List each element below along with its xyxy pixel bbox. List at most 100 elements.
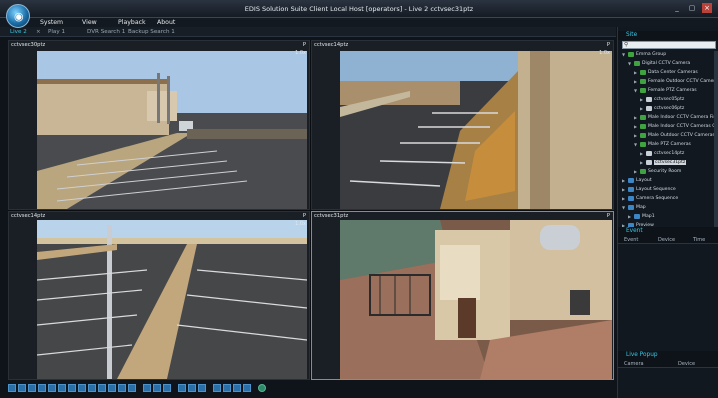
chevron-down-icon[interactable]: ▼ [622,205,626,210]
folder-icon [640,79,646,84]
layout-custom-icon[interactable] [88,383,96,392]
window-title: EDIS Solution Suite Client Local Host [o… [244,5,474,13]
ptz-flag: P [606,42,610,48]
tab-close-icon[interactable]: × [36,29,41,35]
video-pane-1[interactable]: cctvsec30ptz P 1.0x [8,40,310,210]
site-search-input[interactable]: ⚲ [622,41,716,49]
live-popup-header: Live Popup [618,351,718,360]
tab-live-2[interactable]: Live 2 [10,29,27,35]
popup-col-device[interactable]: Device [678,361,695,367]
layout-2x2-icon[interactable] [18,383,26,392]
tree-item[interactable]: ▶ Data Center Cameras [634,69,698,76]
camera-icon [646,97,652,102]
fullscreen-icon[interactable] [213,383,221,392]
video-pane-4[interactable]: cctvsec31ptz P [311,211,614,380]
tree-item[interactable]: ▼ Emma Group [622,51,666,58]
layout-1x1-icon[interactable] [8,383,16,392]
chevron-down-icon[interactable]: ▼ [634,142,638,147]
menu-view[interactable]: View [82,19,97,26]
chevron-right-icon[interactable]: ▶ [622,196,626,201]
event-col-event[interactable]: Event [624,237,638,243]
popup-table-header: Camera Device [618,360,718,368]
tree-item[interactable]: ▶ cctvsec31ptz [640,159,687,166]
chevron-right-icon[interactable]: ▶ [634,169,638,174]
camera-label: cctvsec14ptz [314,42,349,48]
chevron-right-icon[interactable]: ▶ [640,97,644,102]
event-col-device[interactable]: Device [658,237,675,243]
tree-item-label: Male Indoor CCTV Cameras Ground [648,124,718,129]
layout-3x3-icon[interactable] [28,383,36,392]
chevron-right-icon[interactable]: ▶ [634,115,638,120]
chevron-right-icon[interactable]: ▶ [640,151,644,156]
chevron-right-icon[interactable]: ▶ [622,187,626,192]
next-sequence-icon[interactable] [163,383,171,392]
export-icon[interactable] [233,383,241,392]
video-pane-2[interactable]: cctvsec14ptz P 1.0x [311,40,614,210]
event-col-time[interactable]: Time [693,237,705,243]
layout-1plus5-icon[interactable] [58,383,66,392]
video-pane-3[interactable]: cctvsec14ptz P 1.0x [8,211,310,380]
menu-system[interactable]: System [40,19,63,26]
tree-item[interactable]: ▶ Map1 [628,213,655,220]
menu-about[interactable]: About [157,19,175,26]
refresh-icon[interactable] [258,383,266,392]
prev-sequence-icon[interactable] [153,383,161,392]
layout-extra-icon[interactable] [128,383,136,392]
layout-tall-icon[interactable] [108,383,116,392]
record-icon[interactable] [188,383,196,392]
snapshot-icon[interactable] [178,383,186,392]
tree-item[interactable]: ▶ Camera Sequence [622,195,678,202]
tab-play-1[interactable]: Play 1 [48,29,65,35]
chevron-right-icon[interactable]: ▶ [628,214,632,219]
app-logo[interactable]: ◉ [6,4,30,28]
tree-item[interactable]: ▶ Layout [622,177,652,184]
chevron-right-icon[interactable]: ▶ [640,106,644,111]
tree-item-label: Layout Sequence [636,187,676,192]
tree-item[interactable]: ▶ Male Indoor CCTV Camera First Floo [634,114,718,121]
tree-item[interactable]: ▶ Layout Sequence [622,186,676,193]
tree-item-label: Data Center Cameras [648,70,698,75]
layout-wide-icon[interactable] [98,383,106,392]
chevron-down-icon[interactable]: ▼ [628,61,632,66]
camera-feed-parking-lot [37,220,307,379]
layout-5x5-icon[interactable] [48,383,56,392]
tree-item[interactable]: ▶ cctvsec14ptz [640,150,684,157]
maximize-icon[interactable]: ▢ [687,3,697,13]
tree-item[interactable]: ▶ Male Indoor CCTV Cameras Ground [634,123,718,130]
chevron-right-icon[interactable]: ▶ [634,124,638,129]
popup-col-camera[interactable]: Camera [624,361,644,367]
chevron-down-icon[interactable]: ▼ [634,88,638,93]
chevron-right-icon[interactable]: ▶ [640,160,644,165]
tree-item[interactable]: ▶ Security Room [634,168,681,175]
chevron-down-icon[interactable]: ▼ [622,52,626,57]
chevron-right-icon[interactable]: ▶ [622,178,626,183]
tab-dvr-search-1[interactable]: DVR Search 1 [87,29,125,35]
tree-item[interactable]: ▼ Male PTZ Cameras [634,141,691,148]
tree-item[interactable]: ▶ cctvsec06ptz [640,105,684,112]
save-layout-icon[interactable] [223,383,231,392]
menu-playback[interactable]: Playback [118,19,146,26]
chevron-right-icon[interactable]: ▶ [634,70,638,75]
chevron-right-icon[interactable]: ▶ [634,79,638,84]
layout-1plus7-icon[interactable] [68,383,76,392]
tab-bar: Live 2 × Play 1 DVR Search 1 Backup Sear… [0,27,616,37]
tools-icon[interactable] [143,383,151,392]
folder-icon [640,133,646,138]
tree-item[interactable]: ▼ Female PTZ Cameras [634,87,697,94]
layout-4x4-icon[interactable] [38,383,46,392]
tree-item[interactable]: ▼ Digital CCTV Camera [628,60,690,67]
tree-scrollbar[interactable] [714,51,718,237]
close-icon[interactable]: × [702,3,712,13]
tree-item[interactable]: ▼ Map [622,204,646,211]
tab-backup-search-1[interactable]: Backup Search 1 [128,29,175,35]
layout-mixed-icon[interactable] [118,383,126,392]
camera-label: cctvsec30ptz [11,42,46,48]
layout-1plus12-icon[interactable] [78,383,86,392]
tree-item[interactable]: ▶ Male Outdoor CCTV Cameras [634,132,715,139]
tree-item[interactable]: ▶ Female Outdoor CCTV Cameras [634,78,718,85]
settings-icon[interactable] [243,383,251,392]
tree-item[interactable]: ▶ cctvsec05ptz [640,96,684,103]
playback-icon[interactable] [198,383,206,392]
chevron-right-icon[interactable]: ▶ [634,133,638,138]
minimize-icon[interactable]: _ [672,3,682,13]
